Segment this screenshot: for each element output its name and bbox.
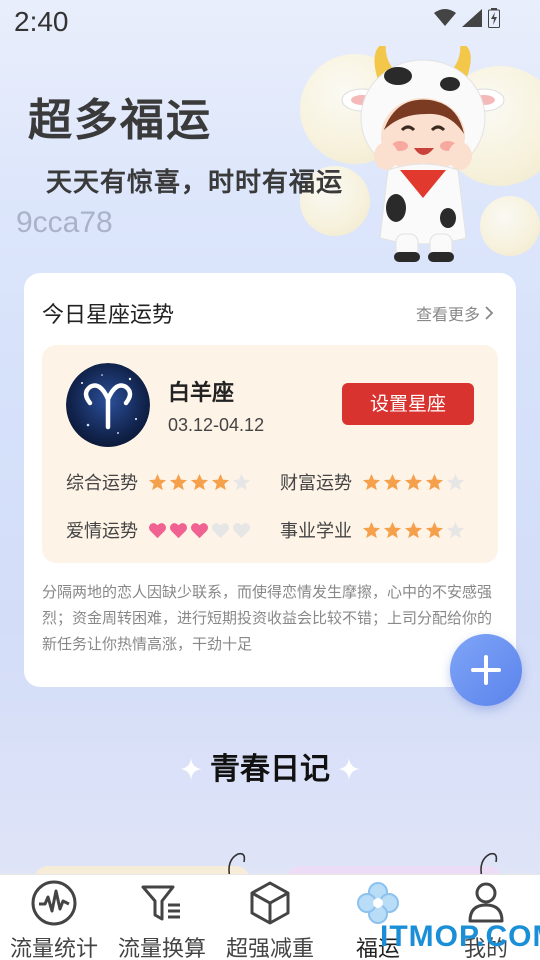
horoscope-card-title: 今日星座运势 xyxy=(42,303,175,328)
star-filled-icon xyxy=(383,521,402,538)
sign-name: 白羊座 xyxy=(168,381,235,406)
star-filled-icon xyxy=(169,473,188,490)
tab-traffic-stats[interactable]: 流量统计 xyxy=(0,875,108,960)
view-more-link[interactable]: 查看更多 xyxy=(416,301,494,325)
heart-filled-icon xyxy=(190,522,209,538)
horoscope-card: 今日星座运势 查看更多 白羊座 03.12-04.12 设置星座 综合运势 财富… xyxy=(24,273,516,687)
plus-icon xyxy=(471,655,501,685)
tab-label: 流量统计 xyxy=(9,937,98,960)
heart-filled-icon xyxy=(148,522,167,538)
star-filled-icon xyxy=(383,473,402,490)
star-filled-icon xyxy=(362,521,381,538)
filter-icon xyxy=(137,879,187,927)
tab-label: 流量换算 xyxy=(117,937,206,960)
star-filled-icon xyxy=(190,473,209,490)
status-bar: 2:40 xyxy=(0,0,540,46)
fortune-label: 综合运势 xyxy=(66,473,138,494)
aries-icon xyxy=(66,363,150,447)
fortune-love: 爱情运势 xyxy=(66,517,251,543)
star-filled-icon xyxy=(404,473,423,490)
tab-traffic-convert[interactable]: 流量换算 xyxy=(108,875,216,960)
waveform-icon xyxy=(29,879,79,927)
fortune-overall: 综合运势 xyxy=(66,469,251,495)
watermark-code: 9cca78 xyxy=(16,206,113,239)
star-empty-icon xyxy=(232,473,251,490)
rating-stars xyxy=(148,473,251,492)
section-title: 青春日记 xyxy=(210,752,330,787)
star-filled-icon xyxy=(362,473,381,490)
rating-hearts xyxy=(148,521,251,540)
hero-banner: 超多福运 天天有惊喜，时时有福运 9cca78 xyxy=(0,46,540,276)
cow-mascot-illustration xyxy=(341,46,505,262)
zodiac-panel: 白羊座 03.12-04.12 设置星座 综合运势 财富运势 爱情运势 事业学业 xyxy=(42,345,498,563)
view-more-label: 查看更多 xyxy=(415,305,480,324)
signal-icon xyxy=(462,9,482,27)
star-filled-icon xyxy=(211,473,230,490)
status-icons xyxy=(434,8,500,28)
fortune-label: 事业学业 xyxy=(280,521,352,542)
cube-icon xyxy=(245,879,295,927)
rating-stars xyxy=(362,521,465,540)
fortune-career: 事业学业 xyxy=(280,517,465,543)
rating-stars xyxy=(362,473,465,492)
tab-label: 超强减重 xyxy=(225,937,314,960)
hero-subtitle: 天天有惊喜，时时有福运 xyxy=(46,168,344,198)
site-watermark: ITMOP.COM xyxy=(380,920,540,953)
heart-empty-icon xyxy=(232,522,251,538)
status-time: 2:40 xyxy=(14,6,69,37)
sparkle-icon xyxy=(338,758,360,780)
fortune-label: 爱情运势 xyxy=(66,521,138,542)
tab-weight-loss[interactable]: 超强减重 xyxy=(216,875,324,960)
heart-empty-icon xyxy=(211,522,230,538)
star-empty-icon xyxy=(446,521,465,538)
battery-icon xyxy=(488,8,500,28)
add-button[interactable] xyxy=(450,634,522,706)
star-filled-icon xyxy=(404,521,423,538)
hero-title: 超多福运 xyxy=(28,95,212,146)
chevron-right-icon xyxy=(485,306,494,320)
fortune-label: 财富运势 xyxy=(280,473,352,494)
sign-date-range: 03.12-04.12 xyxy=(168,415,265,435)
star-filled-icon xyxy=(425,473,444,490)
star-filled-icon xyxy=(148,473,167,490)
fortune-wealth: 财富运势 xyxy=(280,469,465,495)
star-empty-icon xyxy=(446,473,465,490)
heart-filled-icon xyxy=(169,522,188,538)
wifi-icon xyxy=(434,9,456,26)
set-zodiac-button[interactable]: 设置星座 xyxy=(342,383,474,425)
star-filled-icon xyxy=(425,521,444,538)
horoscope-description: 分隔两地的恋人因缺少联系，而使得恋情发生摩擦，心中的不安感强烈；资金周转困难，进… xyxy=(42,583,493,653)
